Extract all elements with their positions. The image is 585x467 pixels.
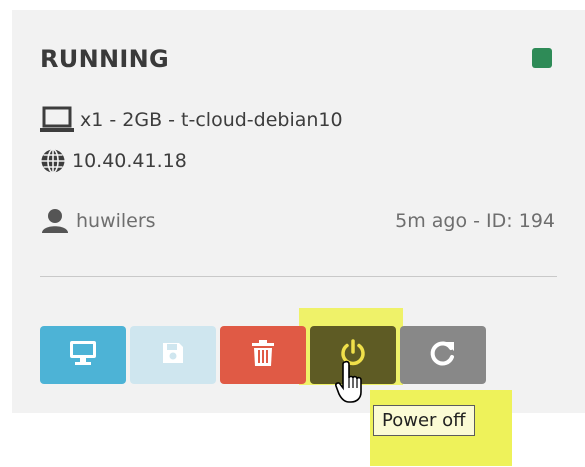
power-off-tooltip: Power off <box>373 405 475 436</box>
hand-cursor-icon <box>335 360 367 408</box>
floppy-disk-icon <box>161 341 185 369</box>
console-button[interactable] <box>40 326 126 384</box>
desktop-icon <box>69 340 97 370</box>
instance-user: huwilers <box>76 210 156 232</box>
trash-icon <box>251 339 275 371</box>
instance-ip: 10.40.41.18 <box>72 150 187 172</box>
instance-meta: 5m ago - ID: 194 <box>395 210 555 232</box>
status-indicator <box>532 48 552 68</box>
divider <box>40 276 557 277</box>
instance-ip-row: 10.40.41.18 <box>40 148 187 174</box>
delete-button[interactable] <box>220 326 306 384</box>
globe-icon <box>40 148 66 174</box>
refresh-icon <box>429 339 457 371</box>
laptop-icon <box>40 106 74 134</box>
user-icon <box>40 208 70 234</box>
instance-spec-row: x1 - 2GB - t-cloud-debian10 <box>40 106 343 134</box>
action-toolbar <box>40 326 486 384</box>
instance-spec: x1 - 2GB - t-cloud-debian10 <box>80 109 343 131</box>
status-label: RUNNING <box>40 45 169 73</box>
save-button[interactable] <box>130 326 216 384</box>
instance-user-row: huwilers <box>40 208 156 234</box>
restart-button[interactable] <box>400 326 486 384</box>
